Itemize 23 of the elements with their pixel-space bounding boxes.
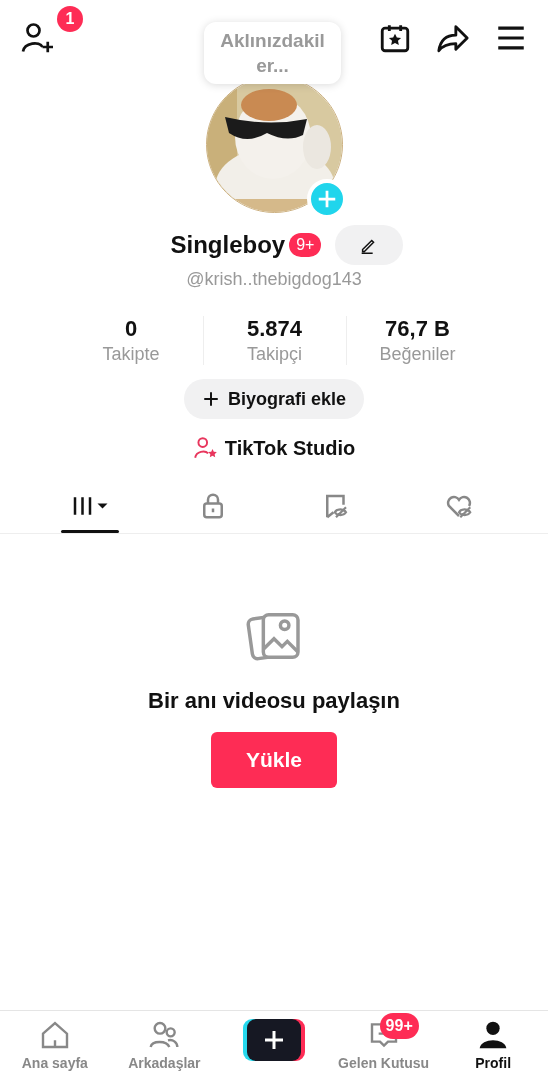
- nav-item[interactable]: Arkadaşlar: [128, 1019, 201, 1071]
- studio-link[interactable]: TikTok Studio: [192, 435, 356, 461]
- nav-item[interactable]: Ana sayfa: [21, 1019, 88, 1071]
- stat-value: 0: [124, 316, 138, 342]
- edit-button[interactable]: [335, 225, 404, 265]
- notification-badge: 1: [57, 6, 83, 32]
- nav-item[interactable]: Profil: [475, 1019, 512, 1071]
- count-badge: 99+: [379, 1013, 419, 1039]
- username: @krish..thebigdog143: [185, 269, 363, 290]
- name-badge: 9+: [289, 233, 322, 257]
- upload-button[interactable]: Yükle: [211, 732, 337, 788]
- create-button[interactable]: [243, 1019, 305, 1061]
- stat-label: Takipte: [102, 344, 160, 365]
- stat-label: Beğeniler: [379, 344, 456, 365]
- note-bubble[interactable]: Aklınızdakil er...: [204, 22, 341, 84]
- stat-value: 76,7 B: [385, 316, 450, 342]
- stat-label: Takipçi: [247, 344, 302, 365]
- profile-name: Singleboy: [170, 231, 286, 259]
- stat-value: 5.874: [246, 316, 303, 342]
- empty-state-title: Bir anı videosu paylaşın: [148, 688, 400, 714]
- add-bio-button[interactable]: Biyografi ekle: [183, 379, 364, 419]
- person-star-icon: [192, 435, 219, 461]
- plus-icon: [201, 390, 220, 408]
